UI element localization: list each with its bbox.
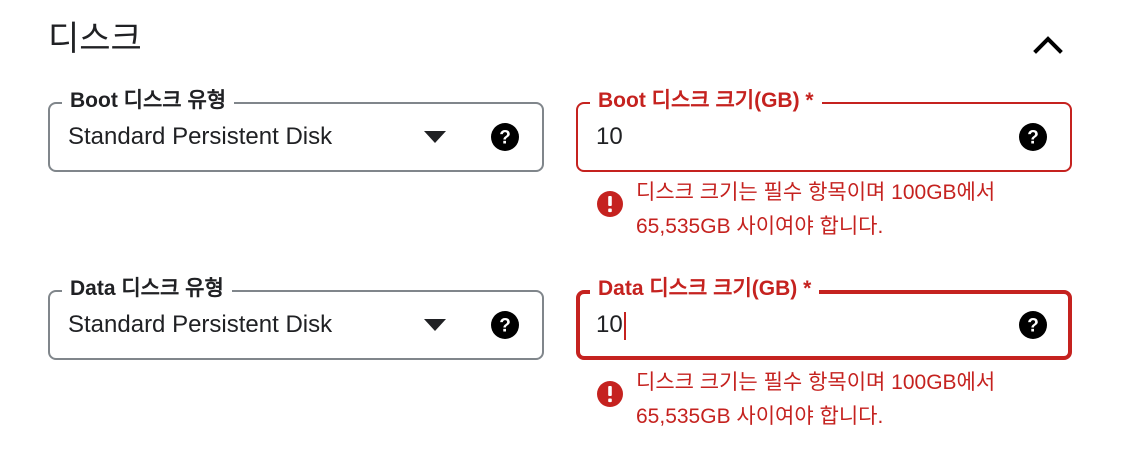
data-disk-type-value: Standard Persistent Disk [68, 311, 333, 338]
svg-text:?: ? [1027, 128, 1039, 149]
collapse-section-button[interactable] [1024, 22, 1072, 66]
error-icon [597, 381, 623, 407]
section-title: 디스크 [48, 20, 142, 58]
data-disk-type-select[interactable]: Data 디스크 유형 Standard Persistent Disk ? [48, 275, 544, 360]
help-icon[interactable]: ? [490, 310, 520, 340]
help-icon[interactable]: ? [1018, 122, 1048, 152]
boot-disk-size-error: 디스크 크기는 필수 항목이며 100GB에서 65,535GB 사이여야 합니… [596, 176, 1046, 244]
data-disk-size-error: 디스크 크기는 필수 항목이며 100GB에서 65,535GB 사이여야 합니… [596, 366, 1046, 434]
error-icon [597, 191, 623, 217]
svg-text:?: ? [499, 128, 511, 149]
boot-disk-type-label: Boot 디스크 유형 [62, 87, 235, 115]
dropdown-arrow-icon[interactable] [424, 319, 446, 331]
boot-disk-size-input[interactable]: Boot 디스크 크기(GB) * 10 ? [576, 87, 1072, 172]
data-disk-size-error-text: 디스크 크기는 필수 항목이며 100GB에서 65,535GB 사이여야 합니… [636, 371, 996, 428]
svg-text:?: ? [1027, 316, 1039, 337]
boot-disk-size-value: 10 [596, 123, 623, 150]
boot-disk-size-label: Boot 디스크 크기(GB) * [590, 87, 822, 115]
boot-disk-type-select[interactable]: Boot 디스크 유형 Standard Persistent Disk ? [48, 87, 544, 172]
svg-text:?: ? [499, 316, 511, 337]
text-cursor [623, 311, 626, 340]
help-icon[interactable]: ? [1018, 310, 1048, 340]
help-icon[interactable]: ? [490, 122, 520, 152]
data-disk-size-value: 10 [596, 311, 623, 338]
dropdown-arrow-icon[interactable] [424, 131, 446, 143]
boot-disk-size-error-text: 디스크 크기는 필수 항목이며 100GB에서 65,535GB 사이여야 합니… [636, 181, 996, 238]
boot-disk-type-value: Standard Persistent Disk [68, 123, 333, 150]
chevron-up-icon [1033, 36, 1063, 54]
data-disk-size-input[interactable]: Data 디스크 크기(GB) * 10 ? [576, 275, 1072, 360]
data-disk-type-label: Data 디스크 유형 [62, 275, 232, 303]
data-disk-size-label: Data 디스크 크기(GB) * [590, 275, 820, 303]
data-disk-size-value-wrap: 10 [596, 310, 626, 340]
